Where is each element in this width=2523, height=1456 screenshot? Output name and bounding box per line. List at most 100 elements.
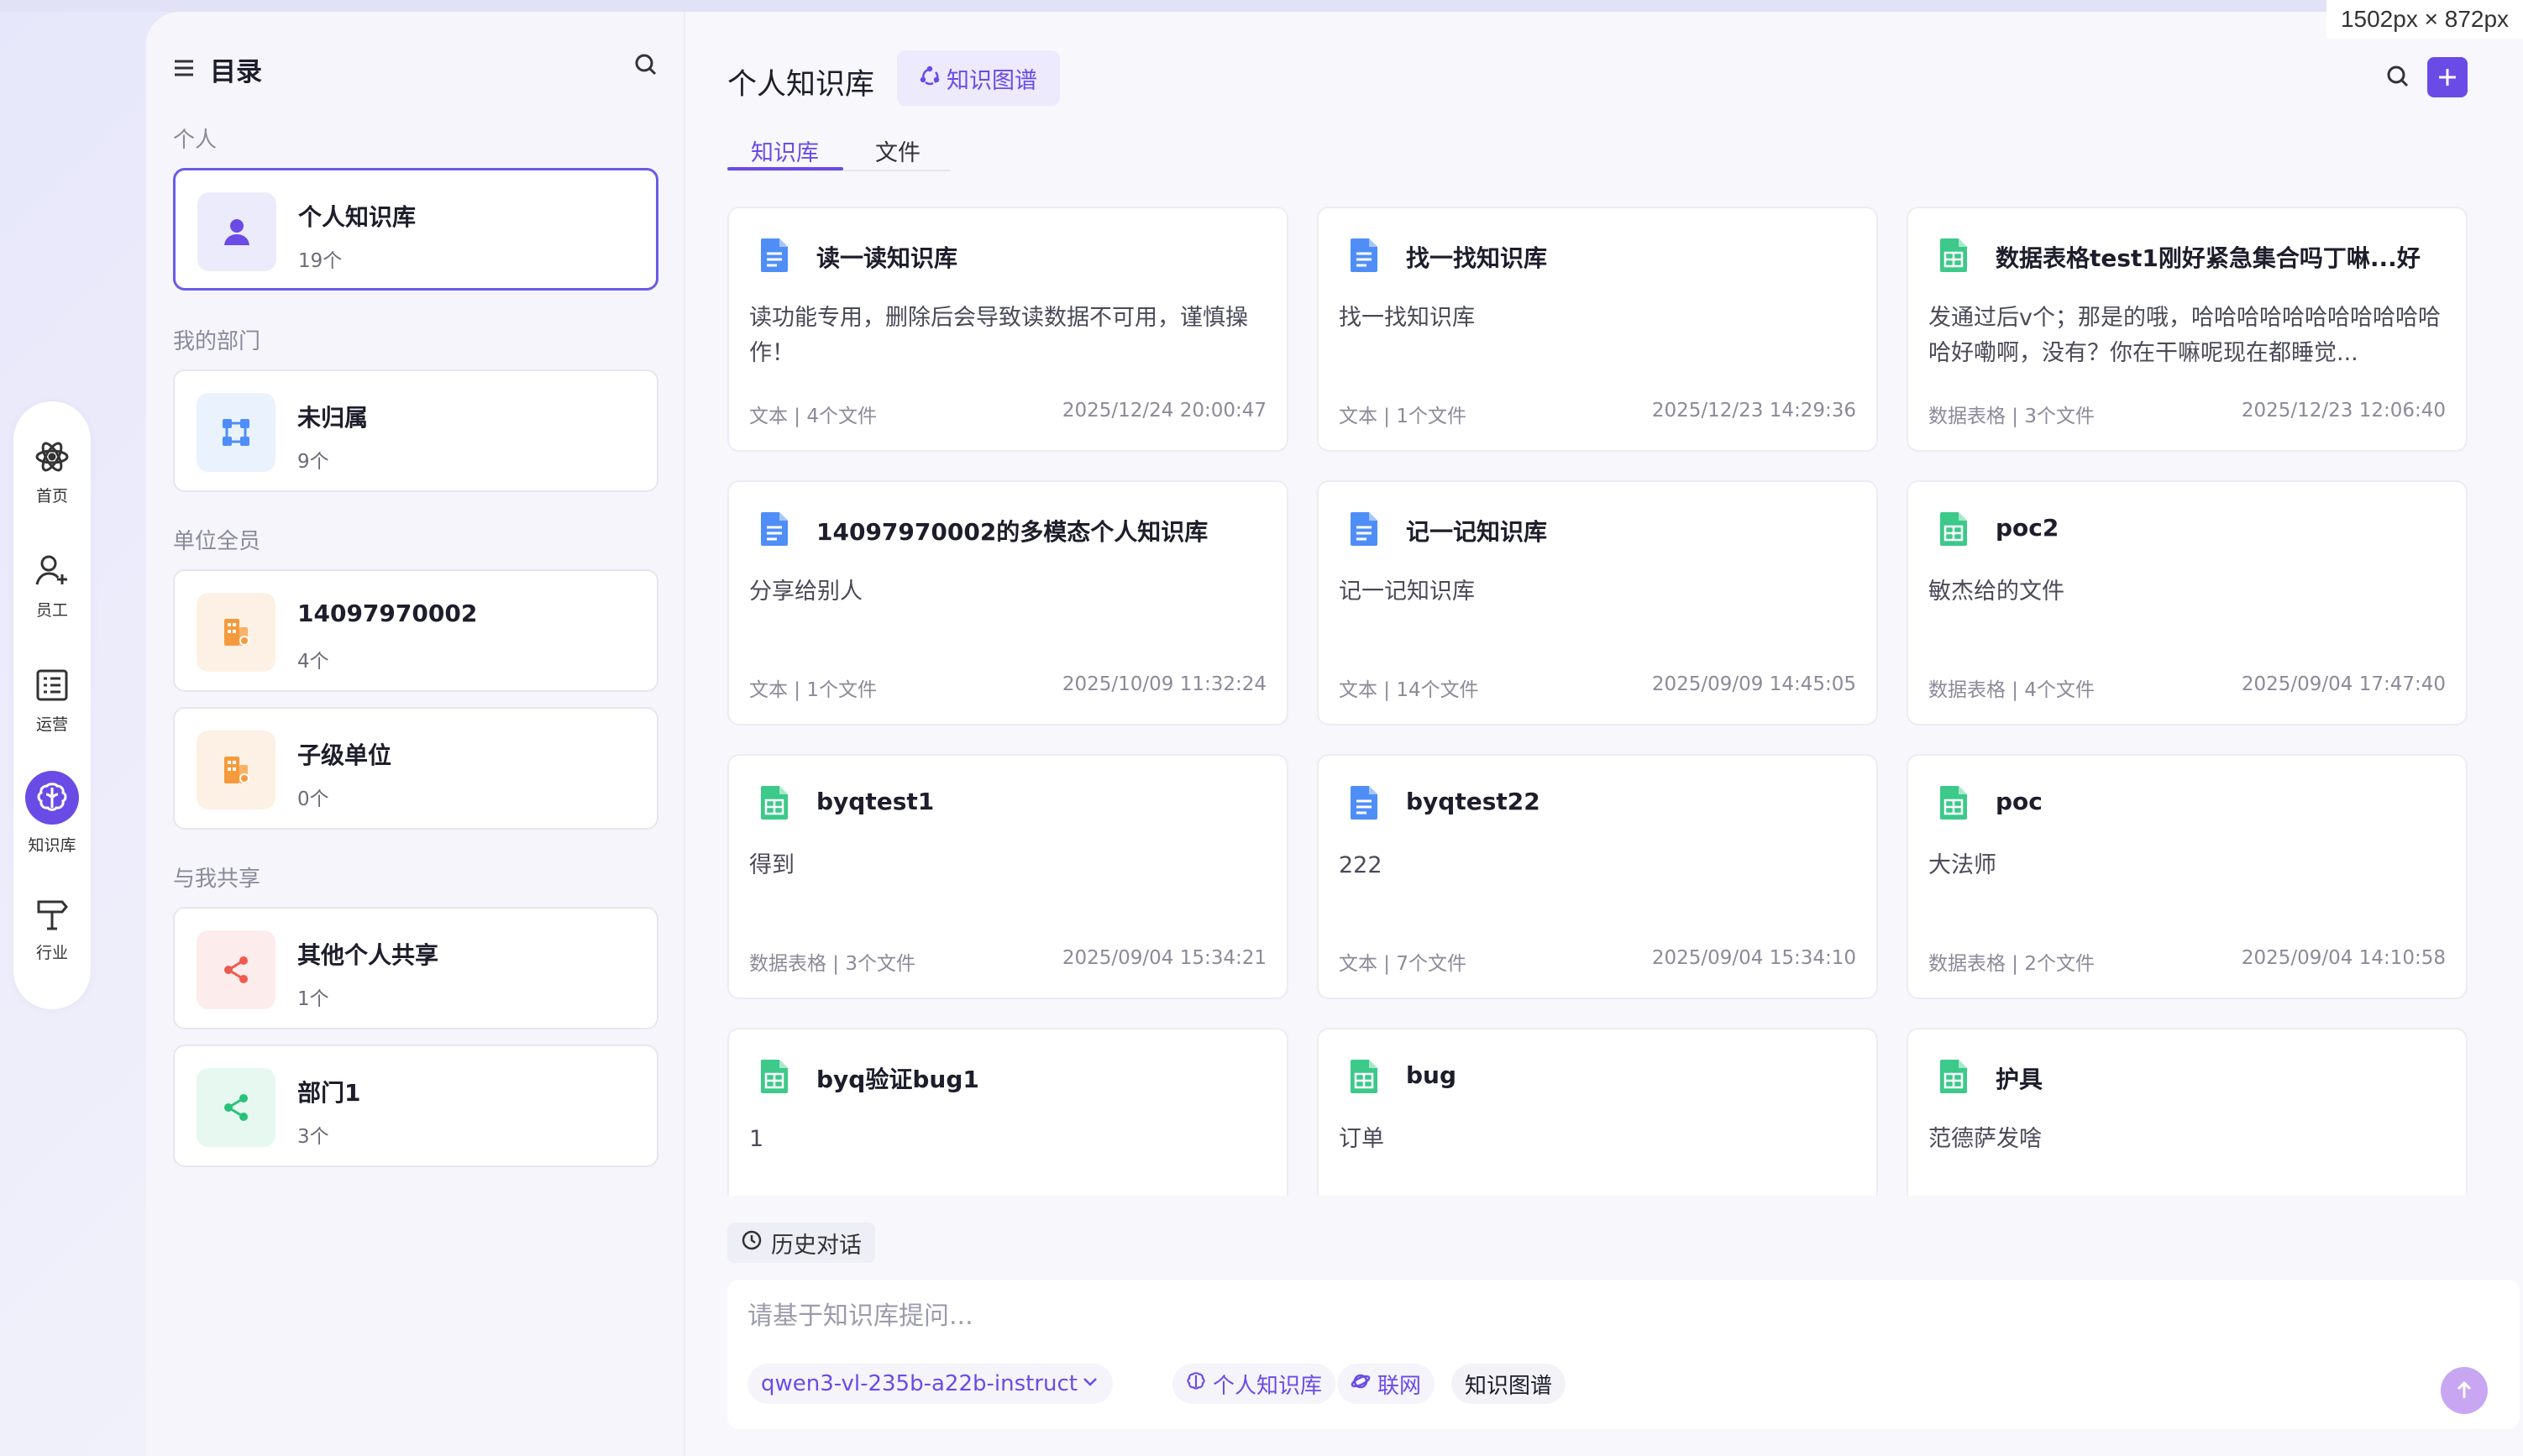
catalog-item-name: 个人知识库 (298, 203, 417, 231)
atom-icon (34, 438, 71, 475)
card-description: 记一记知识库 (1339, 579, 1475, 605)
rail-label-home: 首页 (35, 487, 68, 505)
history-label: 历史对话 (771, 1232, 862, 1259)
chevron-down-icon (1081, 1371, 1099, 1396)
knowledge-base-card[interactable]: 读一读知识库 读功能专用，删除后会导致读数据不可用，谨慎操作！ 文本 | 4个文件 2… (727, 207, 1288, 452)
knowledge-base-card[interactable]: 护具 范德萨发啥 (1907, 1028, 2468, 1196)
catalog-item-sub-unit[interactable]: 子级单位 0个 (173, 707, 658, 830)
card-description: 敏杰给的文件 (1928, 579, 2064, 605)
rail-item-knowledge[interactable]: 知识库 (13, 771, 91, 856)
catalog-item-name: 14097970002 (297, 600, 478, 627)
planet-icon (1351, 1371, 1371, 1397)
card-title: bug (1406, 1061, 1457, 1089)
web-search-pill[interactable]: 联网 (1337, 1364, 1435, 1404)
card-date: 2025/12/23 12:06:40 (2241, 400, 2446, 422)
card-title: poc2 (1996, 514, 2059, 542)
send-button[interactable] (2441, 1367, 2488, 1414)
knowledge-base-card[interactable]: bug 订单 (1317, 1028, 1878, 1196)
kb-scope-pill[interactable]: 个人知识库 (1172, 1364, 1336, 1404)
knowledge-base-card[interactable]: byqtest22 222 文本 | 7个文件 2025/09/04 15:34:10 (1317, 754, 1878, 999)
section-my-department: 我的部门 (173, 329, 261, 354)
org-icon (197, 393, 275, 472)
main-panel: 目录 个人 个人知识库 19个 我的部门 未归属 9个 单位全员 1409797… (146, 12, 2523, 1456)
active-tab-indicator (727, 167, 843, 170)
search-icon[interactable] (2385, 64, 2410, 92)
menu-icon[interactable] (173, 59, 195, 81)
chat-input[interactable] (747, 1295, 2343, 1337)
model-selector[interactable]: qwen3-vl-235b-a22b-instruct (747, 1364, 1113, 1404)
card-title: 记一记知识库 (1406, 518, 1548, 546)
catalog-item-count: 4个 (297, 651, 329, 673)
page-title: 个人知识库 (727, 68, 875, 102)
add-button[interactable] (2427, 57, 2468, 97)
rail-item-operations[interactable]: 运营 (13, 667, 91, 735)
card-description: 订单 (1339, 1126, 1384, 1152)
nav-rail: 首页 员工 运营 知识库 行业 (13, 401, 91, 1009)
knowledge-base-card[interactable]: poc2 敏杰给的文件 数据表格 | 4个文件 2025/09/04 17:47:40 (1907, 480, 2468, 725)
spreadsheet-icon (756, 784, 793, 821)
rail-label-staff: 员工 (35, 601, 68, 620)
card-description: 1 (749, 1126, 764, 1152)
card-description: 大法师 (1928, 852, 1996, 878)
catalog-item-name: 部门1 (297, 1079, 361, 1107)
spreadsheet-icon (1935, 237, 1972, 274)
card-description: 222 (1339, 852, 1382, 878)
search-icon[interactable] (633, 52, 658, 81)
catalog-item-count: 19个 (298, 250, 343, 272)
history-button[interactable]: 历史对话 (727, 1223, 875, 1263)
card-date: 2025/09/04 14:10:58 (2241, 947, 2446, 969)
card-date: 2025/09/04 15:34:21 (1062, 947, 1267, 969)
spreadsheet-icon (756, 1058, 793, 1095)
card-description: 发通过后v个；那是的哦，哈哈哈哈哈哈哈哈哈哈哈哈好嘞啊，没有？你在干嘛呢现在都睡… (1928, 305, 2441, 366)
card-meta: 数据表格 | 2个文件 (1928, 953, 2096, 975)
card-date: 2025/09/09 14:45:05 (1651, 673, 1856, 695)
rail-label-industry: 行业 (35, 944, 68, 962)
spreadsheet-icon (1345, 1058, 1382, 1095)
catalog-item-count: 1个 (297, 988, 329, 1010)
graph-icon (920, 65, 940, 92)
catalog-item-name: 子级单位 (297, 741, 392, 769)
card-title: 找一找知识库 (1406, 244, 1548, 272)
content-area: 个人知识库 知识图谱 知识库 文件 读一读知识库 读功能专用，删除后会导致读数据不… (685, 12, 2523, 1456)
share-icon (197, 1068, 275, 1147)
card-meta: 文本 | 7个文件 (1339, 953, 1467, 975)
top-strip (0, 0, 2523, 12)
document-icon (756, 237, 793, 274)
rail-label-operations: 运营 (35, 715, 68, 734)
spreadsheet-icon (1935, 511, 1972, 547)
card-meta: 文本 | 4个文件 (749, 406, 878, 427)
signpost-icon (34, 895, 71, 932)
knowledge-base-card[interactable]: byqtest1 得到 数据表格 | 3个文件 2025/09/04 15:34:21 (727, 754, 1288, 999)
card-meta: 数据表格 | 4个文件 (1928, 679, 2096, 701)
knowledge-base-card[interactable]: byq验证bug1 1 (727, 1028, 1288, 1196)
catalog-item-unit[interactable]: 14097970002 4个 (173, 569, 658, 692)
card-date: 2025/10/09 11:32:24 (1062, 673, 1267, 695)
catalog-item-other-shared[interactable]: 其他个人共享 1个 (173, 907, 658, 1029)
brain-icon (1186, 1371, 1206, 1397)
list-icon (34, 667, 71, 704)
card-title: byqtest22 (1406, 788, 1540, 815)
knowledge-base-card[interactable]: 记一记知识库 记一记知识库 文本 | 14个文件 2025/09/09 14:45:0… (1317, 480, 1878, 725)
knowledge-graph-button[interactable]: 知识图谱 (897, 50, 1060, 106)
knowledge-base-grid: 读一读知识库 读功能专用，删除后会导致读数据不可用，谨慎操作！ 文本 | 4个文件 2… (685, 193, 2523, 1196)
rail-item-home[interactable]: 首页 (13, 438, 91, 506)
knowledge-base-card[interactable]: 数据表格test1刚好紧急集合吗丁啉...好 发通过后v个；那是的哦，哈哈哈哈哈哈… (1907, 207, 2468, 452)
card-title: poc (1996, 788, 2043, 815)
catalog-item-dept1[interactable]: 部门1 3个 (173, 1045, 658, 1167)
catalog-item-unassigned[interactable]: 未归属 9个 (173, 369, 658, 492)
share-icon (197, 930, 275, 1009)
card-date: 2025/12/24 20:00:47 (1062, 400, 1267, 422)
knowledge-base-card[interactable]: 找一找知识库 找一找知识库 文本 | 1个文件 2025/12/23 14:29:36 (1317, 207, 1878, 452)
card-description: 得到 (749, 852, 795, 878)
knowledge-graph-pill[interactable]: 知识图谱 (1451, 1364, 1566, 1404)
user-add-icon (34, 553, 71, 589)
card-description: 读功能专用，删除后会导致读数据不可用，谨慎操作！ (749, 305, 1248, 366)
card-description: 范德萨发啥 (1928, 1126, 2042, 1152)
rail-item-industry[interactable]: 行业 (13, 895, 91, 963)
tab-knowledge-base[interactable]: 知识库 (751, 134, 819, 167)
rail-item-staff[interactable]: 员工 (13, 553, 91, 621)
tab-files[interactable]: 文件 (875, 134, 921, 167)
knowledge-base-card[interactable]: poc 大法师数据表格 | 2个文件 2025/09/04 14:10:58 (1907, 754, 2468, 999)
catalog-item-personal-kb[interactable]: 个人知识库 19个 (173, 168, 658, 291)
knowledge-base-card[interactable]: 14097970002的多模态个人知识库 分享给别人 文本 | 1个文件 2025/1… (727, 480, 1288, 725)
